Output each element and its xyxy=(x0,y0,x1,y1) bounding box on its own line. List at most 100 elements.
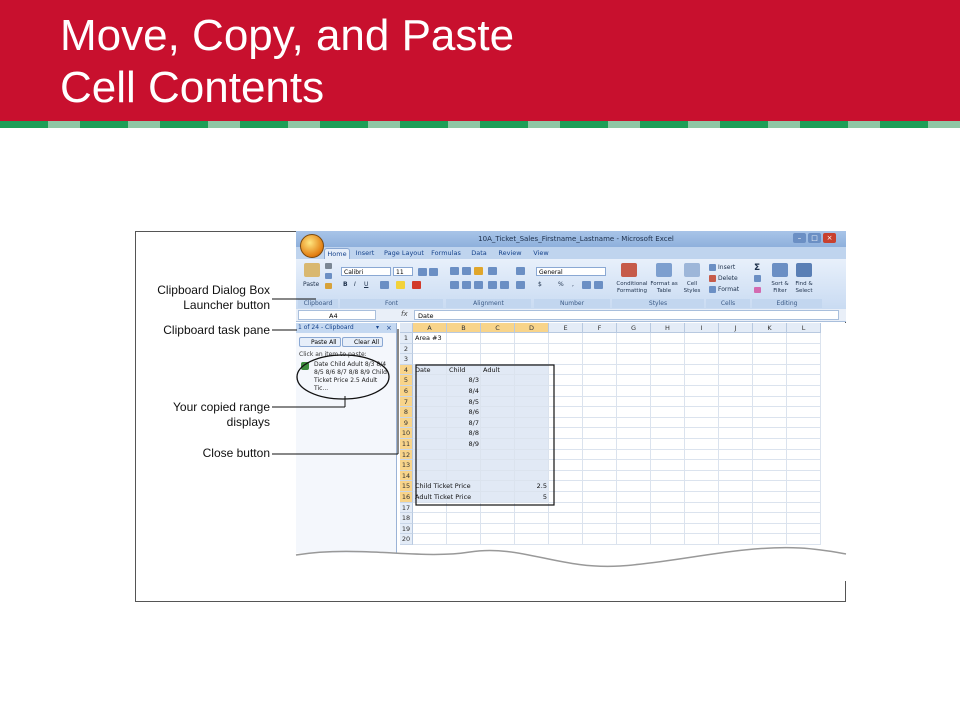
align-left-icon[interactable] xyxy=(450,281,459,289)
close-window-icon[interactable]: × xyxy=(823,233,836,243)
paste-button[interactable]: Paste xyxy=(303,281,319,288)
format-as-table-button[interactable]: Format as Table xyxy=(648,281,680,295)
pane-close-icon[interactable]: × xyxy=(386,324,392,332)
cell-a4[interactable]: Date xyxy=(415,365,431,376)
column-header-c[interactable]: C xyxy=(481,323,515,333)
row-header-17[interactable]: 17 xyxy=(400,502,413,514)
row-header-4[interactable]: 4 xyxy=(400,364,413,376)
sort-filter-icon[interactable] xyxy=(772,263,788,277)
tab-page-layout[interactable]: Page Layout xyxy=(384,248,424,259)
align-right-icon[interactable] xyxy=(474,281,483,289)
row-header-6[interactable]: 6 xyxy=(400,386,413,397)
percent-icon[interactable]: % xyxy=(558,281,564,288)
cell-d16[interactable]: 5 xyxy=(515,492,547,503)
sort-filter-button[interactable]: Sort & Filter xyxy=(768,281,792,295)
orientation-icon[interactable] xyxy=(488,267,497,275)
row-header-1[interactable]: 1 xyxy=(400,333,413,344)
increase-decimal-icon[interactable] xyxy=(582,281,591,289)
row-header-19[interactable]: 19 xyxy=(400,523,413,535)
column-header-h[interactable]: H xyxy=(651,323,685,333)
pane-options-icon[interactable]: ▾ xyxy=(376,324,379,331)
row-header-2[interactable]: 2 xyxy=(400,343,413,355)
tab-formulas[interactable]: Formulas xyxy=(430,248,462,259)
column-header-g[interactable]: G xyxy=(617,323,651,333)
center-icon[interactable] xyxy=(462,281,471,289)
fill-color-icon[interactable] xyxy=(396,281,405,289)
column-header-b[interactable]: B xyxy=(447,323,481,333)
tab-view[interactable]: View xyxy=(530,248,552,259)
column-header-d[interactable]: D xyxy=(515,323,549,333)
column-header-e[interactable]: E xyxy=(549,323,583,333)
clear-all-button[interactable]: Clear All xyxy=(342,337,384,347)
find-select-button[interactable]: Find & Select xyxy=(792,281,816,295)
office-button-icon[interactable] xyxy=(300,234,324,258)
copy-icon[interactable] xyxy=(325,273,332,279)
format-as-table-icon[interactable] xyxy=(656,263,672,277)
fx-icon[interactable]: fx xyxy=(401,310,408,318)
row-header-3[interactable]: 3 xyxy=(400,354,413,365)
row-header-18[interactable]: 18 xyxy=(400,513,413,524)
borders-icon[interactable] xyxy=(380,281,389,289)
autosum-icon[interactable]: Σ xyxy=(754,263,760,273)
row-header-16[interactable]: 16 xyxy=(400,492,413,503)
decrease-decimal-icon[interactable] xyxy=(594,281,603,289)
row-header-7[interactable]: 7 xyxy=(400,396,413,408)
column-header-a[interactable]: A xyxy=(413,323,447,333)
cell-d15[interactable]: 2.5 xyxy=(515,481,547,492)
cell-b5[interactable]: 8/3 xyxy=(447,375,479,386)
formula-input[interactable]: Date xyxy=(414,310,839,320)
row-header-8[interactable]: 8 xyxy=(400,407,413,418)
conditional-formatting-button[interactable]: Conditional Formatting xyxy=(612,281,652,295)
cell-b10[interactable]: 8/8 xyxy=(447,428,479,439)
select-all-corner[interactable] xyxy=(400,323,413,333)
clipboard-item[interactable]: Date Child Adult 8/3 8/4 8/5 8/6 8/7 8/8… xyxy=(300,361,392,393)
merge-center-icon[interactable] xyxy=(516,281,525,289)
align-top-icon[interactable] xyxy=(450,267,459,275)
conditional-formatting-icon[interactable] xyxy=(621,263,637,277)
cell-b6[interactable]: 8/4 xyxy=(447,386,479,397)
currency-icon[interactable]: $ xyxy=(538,281,542,288)
paste-icon[interactable] xyxy=(304,263,320,277)
find-select-icon[interactable] xyxy=(796,263,812,277)
column-header-f[interactable]: F xyxy=(583,323,617,333)
insert-cells-icon[interactable] xyxy=(709,264,716,271)
row-header-9[interactable]: 9 xyxy=(400,417,413,429)
paste-all-button[interactable]: Paste All xyxy=(299,337,341,347)
clear-icon[interactable] xyxy=(754,287,761,293)
increase-indent-icon[interactable] xyxy=(500,281,509,289)
cell-styles-icon[interactable] xyxy=(684,263,700,277)
cell-b9[interactable]: 8/7 xyxy=(447,418,479,429)
cell-a1[interactable]: Area #3 xyxy=(415,333,442,344)
font-size-select[interactable]: 11 xyxy=(393,267,413,276)
row-header-12[interactable]: 12 xyxy=(400,449,413,461)
row-header-10[interactable]: 10 xyxy=(400,428,413,439)
shrink-font-icon[interactable] xyxy=(429,268,438,276)
decrease-indent-icon[interactable] xyxy=(488,281,497,289)
tab-data[interactable]: Data xyxy=(468,248,490,259)
column-header-j[interactable]: J xyxy=(719,323,753,333)
row-header-5[interactable]: 5 xyxy=(400,375,413,386)
grow-font-icon[interactable] xyxy=(418,268,427,276)
row-header-13[interactable]: 13 xyxy=(400,460,413,471)
row-header-15[interactable]: 15 xyxy=(400,481,413,492)
tab-insert[interactable]: Insert xyxy=(352,248,378,259)
row-header-14[interactable]: 14 xyxy=(400,470,413,482)
maximize-icon[interactable]: □ xyxy=(808,233,821,243)
cell-b11[interactable]: 8/9 xyxy=(447,439,479,450)
font-color-icon[interactable] xyxy=(412,281,421,289)
number-format-select[interactable]: General xyxy=(536,267,606,276)
cell-b4[interactable]: Child xyxy=(449,365,465,376)
column-header-l[interactable]: L xyxy=(787,323,821,333)
cell-c4[interactable]: Adult xyxy=(483,365,500,376)
insert-button[interactable]: Insert xyxy=(718,264,735,271)
delete-button[interactable]: Delete xyxy=(718,275,738,282)
format-cells-icon[interactable] xyxy=(709,286,716,293)
tab-review[interactable]: Review xyxy=(496,248,524,259)
cell-a15[interactable]: Child Ticket Price xyxy=(415,481,471,492)
cell-b8[interactable]: 8/6 xyxy=(447,407,479,418)
delete-cells-icon[interactable] xyxy=(709,275,716,282)
cell-b7[interactable]: 8/5 xyxy=(447,397,479,408)
row-header-11[interactable]: 11 xyxy=(400,439,413,450)
bold-icon[interactable]: B xyxy=(343,281,348,288)
font-name-select[interactable]: Calibri xyxy=(341,267,391,276)
